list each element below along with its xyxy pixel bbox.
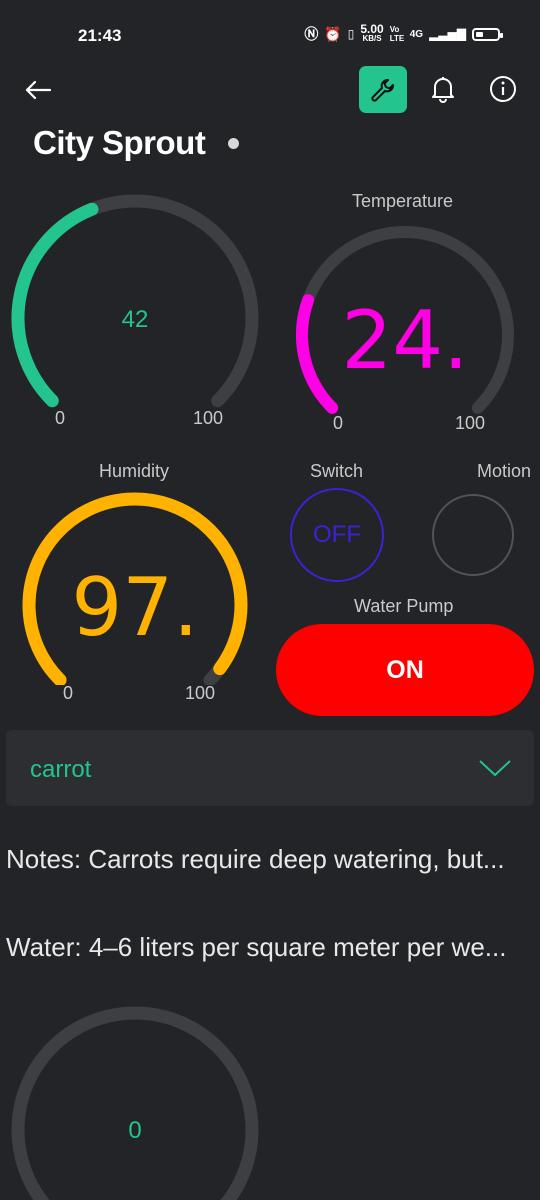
notifications-button[interactable] bbox=[426, 72, 460, 106]
page-title: City Sprout bbox=[33, 124, 206, 161]
switch-label: Switch bbox=[310, 461, 364, 481]
humidity-gauge: 97. bbox=[22, 492, 248, 685]
temperature-gauge-fill bbox=[296, 294, 339, 414]
motion-label: Motion bbox=[477, 461, 532, 481]
signal-icon: ▂▃▅▇ bbox=[429, 27, 466, 41]
wrench-icon bbox=[371, 78, 394, 102]
humidity-label: Humidity bbox=[99, 461, 170, 481]
temperature-max: 100 bbox=[455, 413, 486, 433]
temperature-min: 0 bbox=[333, 413, 344, 433]
network-speed: 5.00 KB/S bbox=[360, 22, 384, 43]
battery-icon bbox=[472, 27, 503, 41]
temperature-gauge: 24. bbox=[296, 226, 514, 414]
vibrate-icon: ▯ bbox=[347, 27, 355, 41]
switch-button[interactable]: OFF bbox=[290, 488, 384, 582]
gauge-main-max: 100 bbox=[193, 408, 224, 428]
motion-indicator bbox=[432, 494, 514, 576]
bell-icon bbox=[432, 77, 454, 103]
nfc-icon: Ⓝ bbox=[304, 26, 319, 42]
gauge-main-fill bbox=[11, 202, 99, 408]
back-arrow-icon bbox=[25, 80, 52, 100]
gauge-main-min: 0 bbox=[55, 408, 66, 428]
notes-text: Notes: Carrots require deep watering, bu… bbox=[6, 844, 505, 874]
gauge-bottom: 0 bbox=[11, 1006, 259, 1200]
water-pump-label: Water Pump bbox=[354, 596, 454, 616]
humidity-value: 97. bbox=[71, 561, 198, 654]
alarm-icon: ⏰ bbox=[324, 25, 342, 42]
gauge-bottom-value: 0 bbox=[128, 1117, 141, 1144]
chevron-down-icon bbox=[479, 760, 511, 777]
settings-button[interactable] bbox=[359, 66, 407, 113]
info-button[interactable] bbox=[486, 72, 520, 106]
water-pump-button[interactable]: ON bbox=[276, 624, 534, 716]
status-time: 21:43 bbox=[78, 26, 122, 45]
humidity-min: 0 bbox=[63, 683, 74, 703]
plant-select[interactable]: carrot bbox=[6, 730, 534, 806]
gauge-main-value: 42 bbox=[122, 306, 149, 333]
status-icons: Ⓝ ⏰ ▯ 5.00 KB/S Vo LTE 4G ▂▃▅▇ bbox=[304, 22, 503, 44]
plant-select-value: carrot bbox=[30, 756, 92, 783]
network-type: 4G bbox=[409, 28, 424, 40]
water-text: Water: 4–6 liters per square meter per w… bbox=[6, 932, 507, 962]
water-pump-state: ON bbox=[386, 655, 424, 684]
back-button[interactable] bbox=[20, 72, 56, 108]
volte-icon: Vo LTE bbox=[389, 25, 405, 43]
device-status-dot bbox=[228, 138, 239, 149]
temperature-label: Temperature bbox=[352, 191, 454, 211]
temperature-value: 24. bbox=[341, 294, 468, 387]
humidity-max: 100 bbox=[185, 683, 216, 703]
info-icon bbox=[490, 76, 516, 102]
switch-state: OFF bbox=[313, 521, 361, 548]
gauge-bottom-track bbox=[11, 1006, 259, 1200]
gauge-main: 42 bbox=[11, 194, 259, 408]
